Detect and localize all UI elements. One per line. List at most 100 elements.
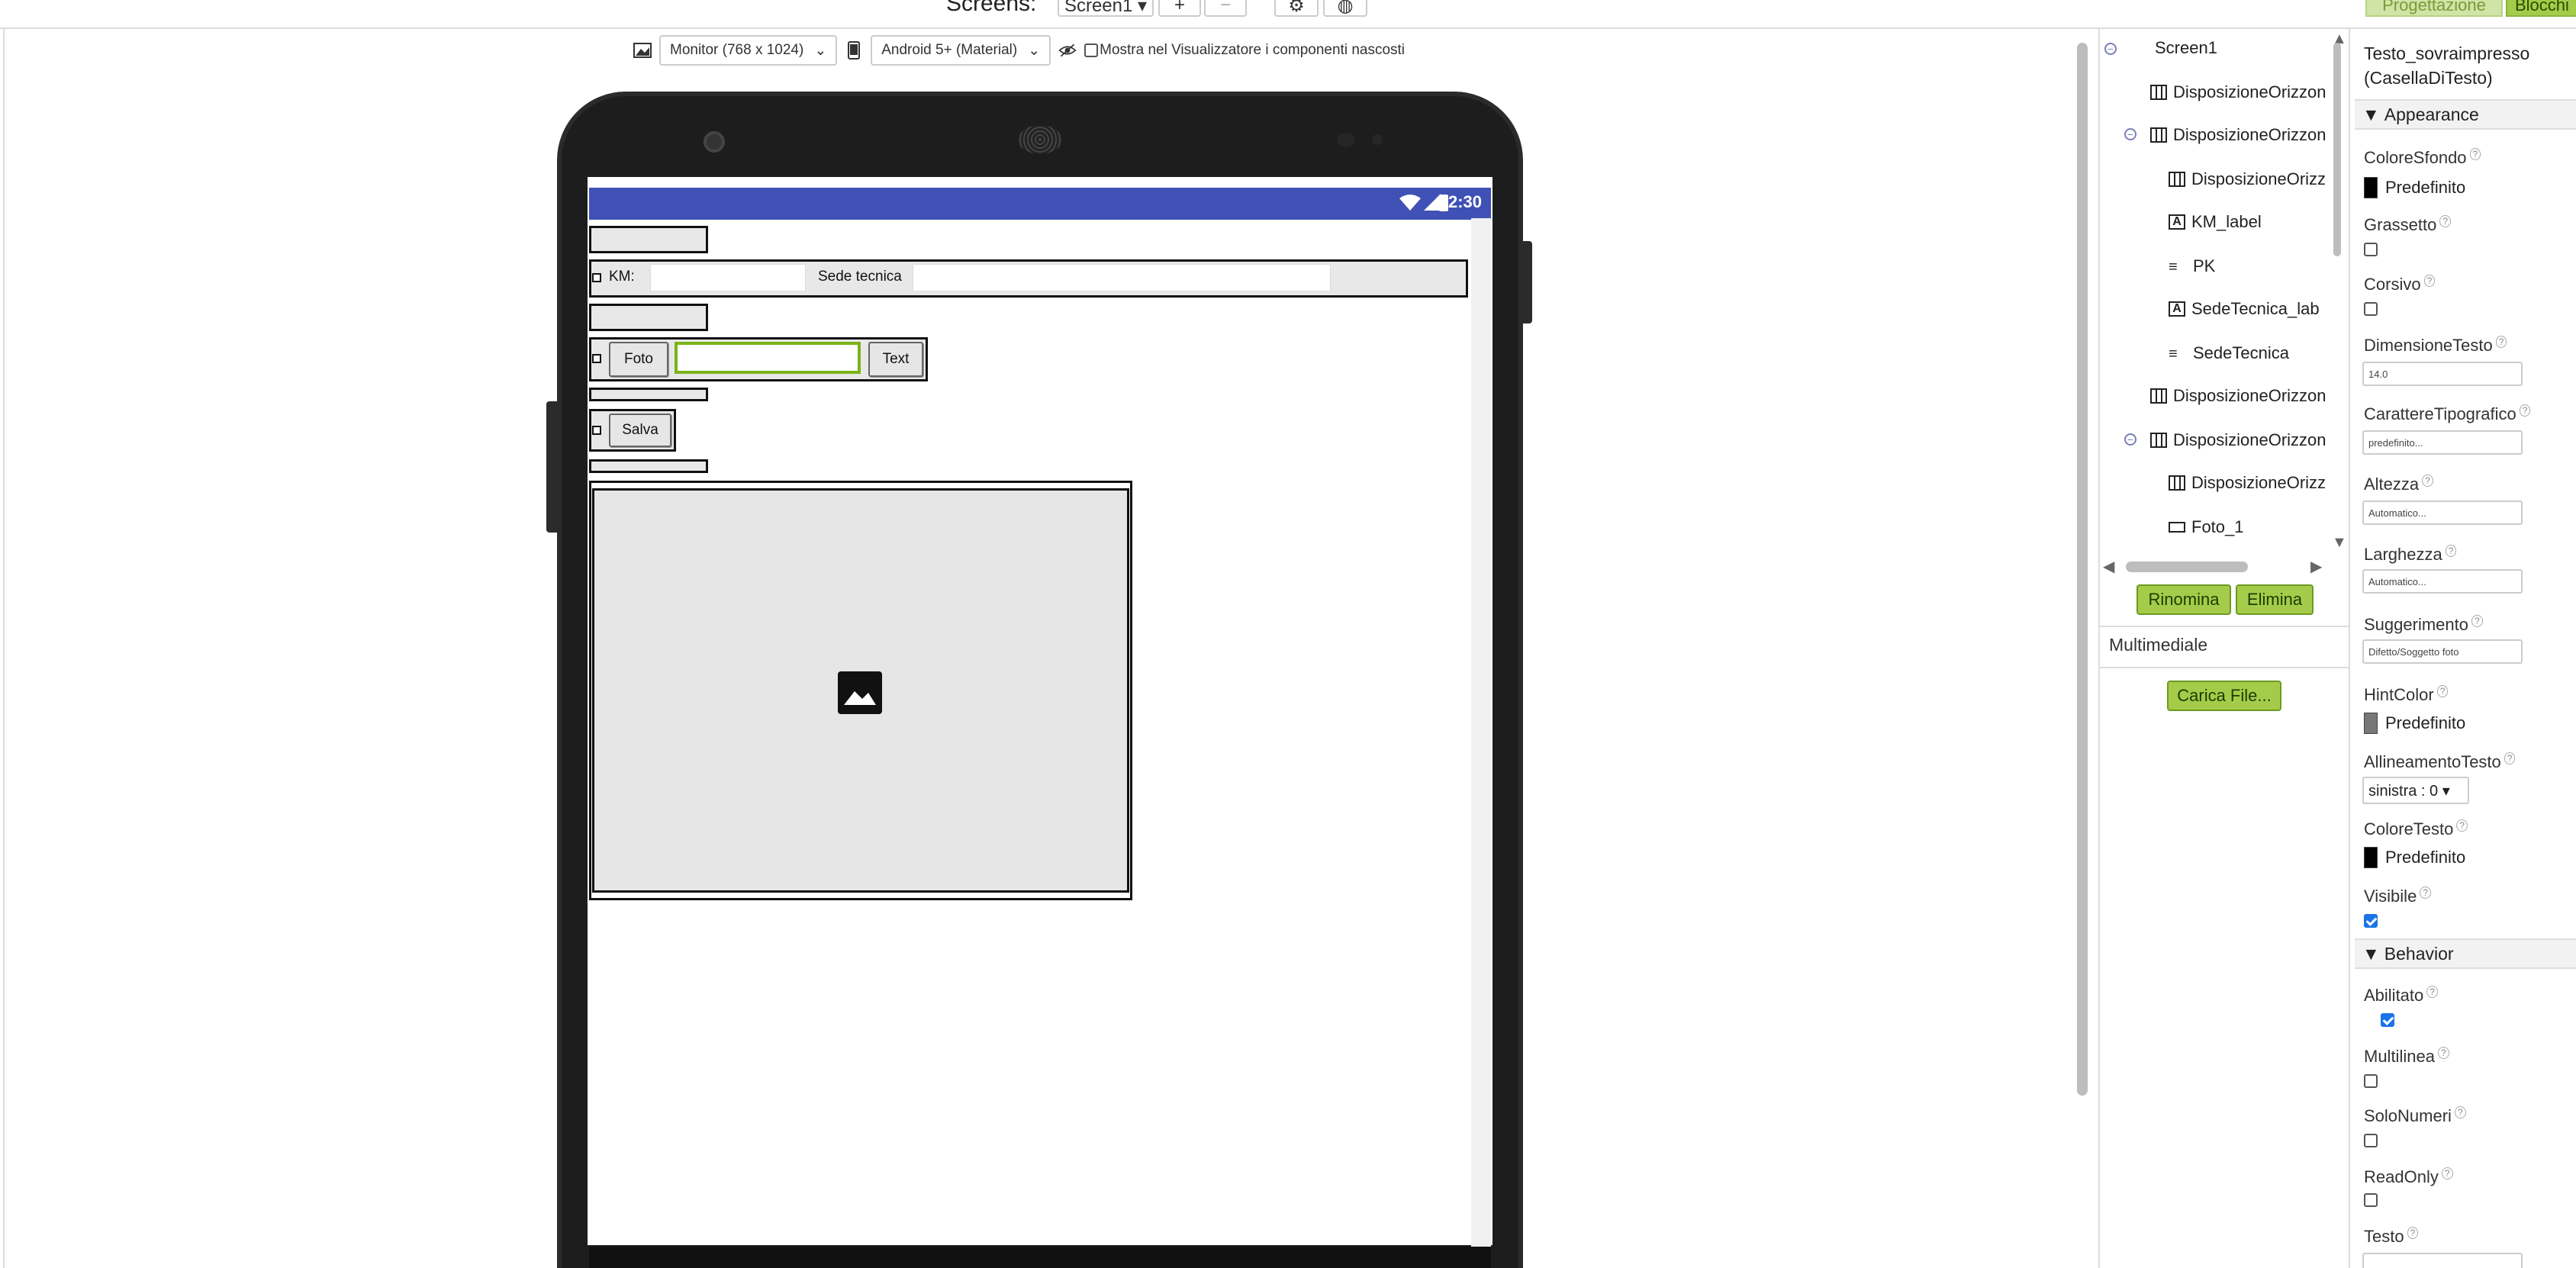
gear-icon[interactable]: ⚙ (1274, 0, 1319, 17)
tree-item-sede[interactable]: ≡ SedeTecnica (2169, 343, 2289, 363)
horizontal-arrangement[interactable] (589, 304, 708, 331)
tree-item[interactable]: DisposizioneOrizzon (2150, 386, 2326, 406)
bold-checkbox[interactable] (2364, 243, 2378, 256)
visible-label: Visibile? (2364, 886, 2431, 906)
align-select[interactable]: sinistra : 0 ▾ (2362, 777, 2469, 804)
globe-icon[interactable]: ◍ (1323, 0, 1367, 17)
horizontal-arrangement-icon (2150, 388, 2167, 404)
foto-button[interactable]: Foto (609, 342, 668, 377)
rename-button[interactable]: Rinomina (2136, 584, 2231, 615)
triangle-down-icon: ▼ (2362, 943, 2380, 964)
sensor (1372, 134, 1383, 145)
arrangement-handle (592, 273, 601, 282)
numbers-only-checkbox[interactable] (2364, 1134, 2378, 1147)
width-input[interactable]: Automatico... (2362, 569, 2523, 594)
tree-item[interactable]: DisposizioneOrizz (2169, 169, 2326, 189)
tree-item[interactable]: DisposizioneOrizzon (2150, 82, 2326, 102)
visible-checkbox[interactable] (2364, 914, 2378, 928)
text-input[interactable] (2362, 1253, 2523, 1268)
text-button[interactable]: Text (868, 342, 923, 377)
km-label: KM: (609, 269, 635, 285)
phone-side-button (546, 401, 557, 533)
tree-item[interactable]: DisposizioneOrizz (2169, 473, 2326, 493)
device-size-select[interactable]: Monitor (768 x 1024) ⌄ (659, 35, 838, 66)
overlay-text-textbox[interactable] (675, 342, 861, 374)
speaker-grille (1018, 125, 1062, 154)
horizontal-arrangement-icon (2150, 85, 2167, 100)
italic-label: Corsivo? (2364, 274, 2436, 294)
left-panel-edge (0, 29, 5, 1268)
align-label: AllineamentoTesto? (2364, 751, 2516, 772)
scroll-down-icon[interactable]: ▼ (2332, 534, 2347, 552)
horizontal-arrangement-icon (2150, 433, 2167, 448)
bg-color-label: ColoreSfondo? (2364, 147, 2481, 168)
phone-nav-bar (589, 1247, 1491, 1268)
tree-item-screen1[interactable]: Screen1 (2133, 38, 2217, 58)
horizontal-arrangement-icon (2169, 475, 2185, 491)
tree-scrollbar[interactable] (2333, 43, 2341, 256)
signal-icon (1424, 194, 1441, 214)
bg-color-picker[interactable]: Predefinito (2364, 177, 2465, 198)
eye-off-icon (1058, 41, 1077, 60)
phone-side-button (1523, 241, 1532, 323)
height-input[interactable]: Automatico... (2362, 500, 2523, 525)
hint-color-label: HintColor? (2364, 684, 2449, 705)
horizontal-arrangement[interactable] (589, 459, 708, 473)
text-color-picker[interactable]: Predefinito (2364, 847, 2465, 868)
label-icon: A (2169, 301, 2185, 317)
status-time: 12:30 (1438, 192, 1482, 211)
camera-icon (704, 131, 725, 153)
text-color-label: ColoreTesto? (2364, 819, 2468, 839)
theme-select[interactable]: Android 5+ (Material) ⌄ (871, 35, 1051, 66)
tree-item-sede-label[interactable]: A SedeTecnica_lab (2169, 299, 2320, 319)
typeface-input[interactable]: predefinito... (2362, 430, 2523, 455)
tree-item[interactable]: DisposizioneOrizzon (2150, 125, 2326, 145)
theme-value: Android 5+ (Material) (881, 42, 1018, 58)
hint-color-picker[interactable]: Predefinito (2364, 713, 2465, 734)
behavior-section[interactable]: ▼ Behavior (2355, 938, 2576, 969)
sede-tecnica-textbox[interactable] (913, 264, 1331, 291)
tree-item[interactable]: DisposizioneOrizzon (2150, 430, 2326, 450)
color-swatch (2364, 847, 2378, 868)
chevron-down-icon: ⌄ (1028, 42, 1041, 59)
tree-h-scrollbar[interactable] (2126, 562, 2248, 572)
viewer-scrollbar[interactable] (2077, 43, 2088, 1096)
upload-file-button[interactable]: Carica File... (2167, 681, 2281, 711)
italic-checkbox[interactable] (2364, 302, 2378, 316)
divider (2100, 667, 2349, 668)
screens-label: Screens: (946, 0, 1037, 16)
add-screen-button[interactable]: + (1158, 0, 1201, 17)
collapse-icon[interactable]: − (2124, 433, 2136, 446)
horizontal-arrangement[interactable] (589, 226, 708, 253)
hint-input[interactable]: Difetto/Soggetto foto (2362, 639, 2523, 664)
font-size-input[interactable]: 14.0 (2362, 362, 2523, 386)
enabled-label: Abilitato? (2364, 985, 2438, 1006)
screen-select[interactable]: Screen1 ▾ (1058, 0, 1154, 17)
tree-item-foto[interactable]: Foto_1 (2169, 517, 2244, 537)
properties-title: Testo_sovraimpresso (CasellaDiTesto) (2364, 43, 2530, 88)
tree-item-pk[interactable]: ≡ PK (2169, 256, 2215, 276)
multiline-checkbox[interactable] (2364, 1074, 2378, 1088)
phone-scroll-track (1471, 218, 1491, 1248)
blocks-button[interactable]: Blocchi (2506, 0, 2576, 17)
width-label: Larghezza? (2364, 544, 2457, 565)
remove-screen-button[interactable]: − (1204, 0, 1247, 17)
pk-textbox[interactable] (650, 264, 806, 291)
monitor-icon (633, 41, 652, 60)
show-hidden-checkbox[interactable] (1084, 43, 1099, 57)
typeface-label: CarattereTipografico? (2364, 404, 2531, 424)
tree-item-km-label[interactable]: A KM_label (2169, 212, 2262, 232)
designer-button[interactable]: Progettazione (2365, 0, 2503, 17)
delete-button[interactable]: Elimina (2236, 584, 2314, 615)
scroll-right-icon[interactable]: ▶ (2310, 557, 2322, 576)
show-hidden-label: Mostra nel Visualizzatore i componenti n… (1100, 42, 1406, 58)
readonly-label: ReadOnly? (2364, 1167, 2453, 1187)
scroll-left-icon[interactable]: ◀ (2103, 557, 2114, 576)
enabled-checkbox[interactable] (2381, 1013, 2395, 1027)
appearance-section[interactable]: ▼ Appearance (2355, 99, 2576, 130)
readonly-checkbox[interactable] (2364, 1193, 2378, 1207)
horizontal-arrangement[interactable] (589, 388, 708, 401)
salva-button[interactable]: Salva (609, 414, 671, 447)
collapse-icon[interactable]: − (2104, 43, 2117, 55)
collapse-icon[interactable]: − (2124, 128, 2136, 140)
